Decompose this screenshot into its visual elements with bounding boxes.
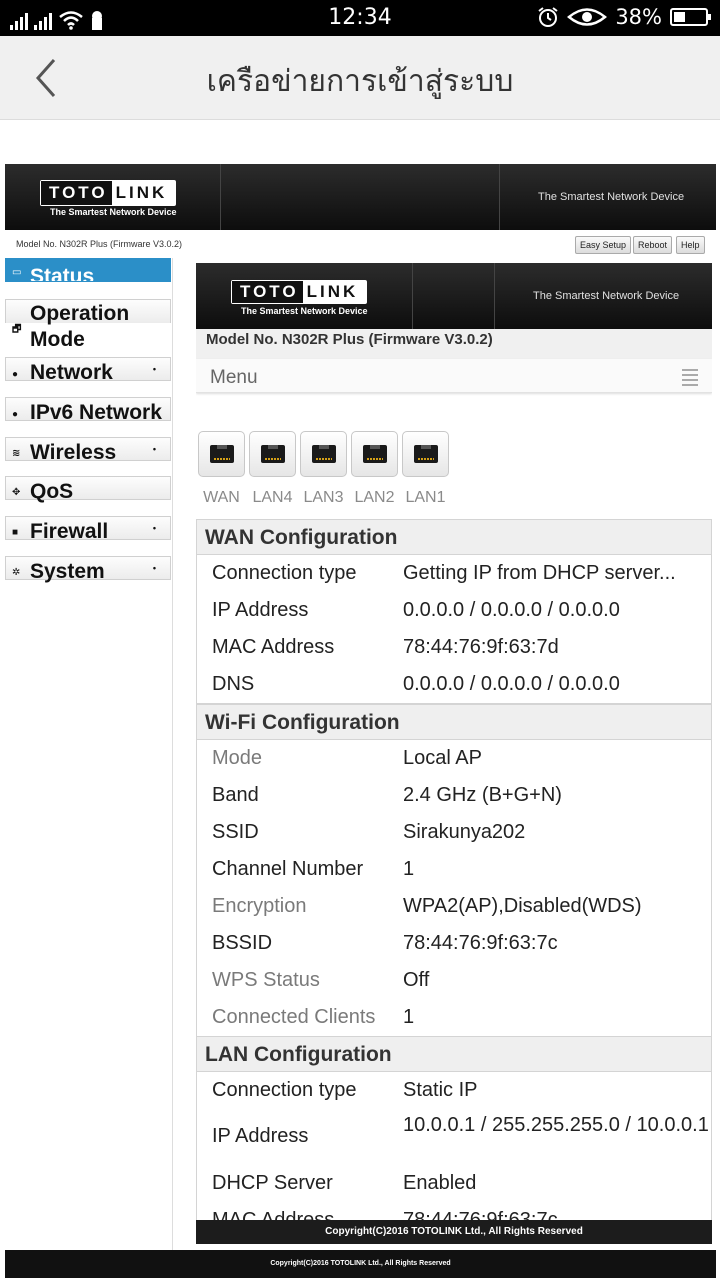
section-title: LAN Configuration [197,1036,711,1072]
ethernet-port-icon [351,431,398,477]
globe-icon: ● [12,369,19,380]
port-labels: WAN LAN4 LAN3 LAN2 LAN1 [198,489,449,507]
table-row: Connection type Static IP [212,1079,478,1101]
inner-banner: TOTO LINK The Smartest Network Device Th… [196,263,712,329]
ethernet-port-icon [300,431,347,477]
sidebar-item-network[interactable]: ● Network • [5,357,171,384]
app-header: เครือข่ายการเข้าสู่ระบบ [0,36,720,120]
port-label: LAN3 [303,489,344,506]
sidebar-item-qos[interactable]: ✥ QoS [5,476,171,503]
page-title: เครือข่ายการเข้าสู่ระบบ [206,64,514,99]
wifi-icon: ≋ [12,448,21,459]
port-label: LAN1 [405,489,446,506]
model-info: Model No. N302R Plus (Firmware V3.0.2) [16,239,183,249]
sidebar-item-status[interactable]: ▭ Status [5,258,171,282]
table-row: IP Address 10.0.0.1 / 255.255.255.0 / 10.… [212,1114,709,1147]
model-info: Model No. N302R Plus (Firmware V3.0.2) [196,329,712,359]
table-row: Connected Clients 1 [212,1006,415,1028]
table-row: Band 2.4 GHz (B+G+N) [212,784,562,806]
port-label: LAN4 [252,489,293,506]
sidebar-item-ipv6-network[interactable]: ● IPv6 Network [5,397,171,424]
table-row: IP Address 0.0.0.0 / 0.0.0.0 / 0.0.0.0 [212,599,620,621]
window-icon: 🗗 [12,324,22,335]
easy-setup-button[interactable]: Easy Setup [575,236,632,254]
table-row: SSID Sirakunya202 [212,821,526,843]
ethernet-port-icon [402,431,449,477]
wan-section: WAN Configuration Connection type Getting… [196,519,712,704]
eye-icon [567,8,608,26]
sidebar-item-system[interactable]: ✲ System • [5,556,171,583]
logo-tagline: The Smartest Network Device [50,207,177,217]
menu-bar[interactable]: Menu [196,359,712,393]
help-button[interactable]: Help [676,236,705,254]
lock-icon: ■ [12,527,19,538]
table-row: MAC Address 78:44:76:9f:63:7d [212,636,559,658]
sidebar-item-operation-mode[interactable]: 🗗 Operation Mode [5,299,171,351]
section-title: WAN Configuration [197,519,711,555]
table-row: DNS 0.0.0.0 / 0.0.0.0 / 0.0.0.0 [212,673,620,695]
lan-section: LAN Configuration Connection type Static … [196,1036,712,1240]
status-content: TOTO LINK The Smartest Network Device Th… [196,263,712,1263]
ethernet-port-icon [249,431,296,477]
copyright-footer: Copyright(C)2016 TOTOLINK Ltd., All Righ… [5,1250,716,1278]
battery-percent: 38% [615,5,662,29]
qos-icon: ✥ [12,487,21,498]
logo-tagline: The Smartest Network Device [241,306,368,316]
banner-slogan: The Smartest Network Device [533,290,680,302]
table-row: WPS Status Off [212,969,430,991]
copyright-footer: Copyright(C)2016 TOTOLINK Ltd., All Righ… [196,1220,712,1244]
sidebar-item-firewall[interactable]: ■ Firewall • [5,516,171,543]
battery-icon [670,8,711,26]
status-right: 38% [537,5,711,29]
table-row: DHCP Server Enabled [212,1172,477,1194]
status-bar: 12:34 38% [0,0,720,36]
section-title: Wi-Fi Configuration [197,704,711,740]
outer-banner: TOTO LINK The Smartest Network Device Th… [5,164,716,230]
table-row: Channel Number 1 [212,858,415,880]
alarm-icon [538,7,558,27]
sidebar-item-wireless[interactable]: ≋ Wireless • [5,437,171,464]
totolink-logo: TOTO LINK [231,280,368,304]
wifi-section: Wi-Fi Configuration Mode Local AP Band 2.4… [196,704,712,1037]
router-webview: TOTO LINK The Smartest Network Device Th… [5,164,716,1280]
status-icon: ▭ [12,267,22,278]
globe-icon: ● [12,409,19,420]
sidebar: ▭ Status 🗗 Operation Mode ● Network • ● … [5,258,173,1258]
port-label: LAN2 [354,489,395,506]
port-icons [198,431,449,477]
gear-icon: ✲ [12,567,21,578]
port-label: WAN [203,489,240,506]
battery-level [674,12,686,22]
menu-label: Menu [210,367,258,388]
reboot-button[interactable]: Reboot [633,236,673,254]
table-row: Mode Local AP [212,747,482,769]
table-row: Connection type Getting IP from DHCP serv… [212,562,676,584]
table-row: Encryption WPA2(AP),Disabled(WDS) [212,895,642,917]
banner-slogan: The Smartest Network Device [538,191,685,203]
hamburger-icon[interactable] [682,369,698,389]
totolink-logo: TOTO LINK [40,180,177,206]
ethernet-port-icon [198,431,245,477]
table-row: BSSID 78:44:76:9f:63:7c [212,932,558,954]
